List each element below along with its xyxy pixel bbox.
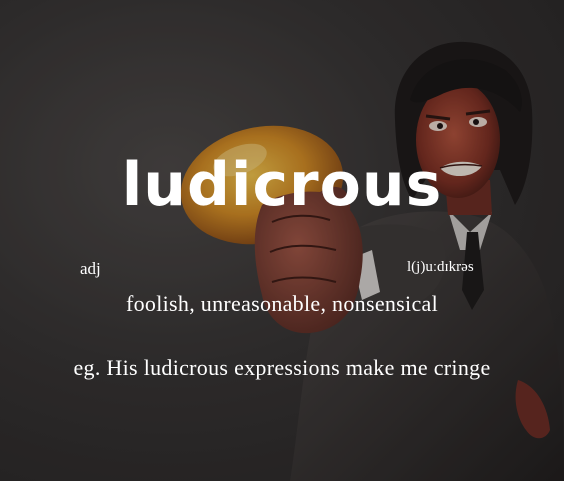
headword: ludicrous bbox=[121, 150, 443, 220]
dark-overlay bbox=[0, 0, 564, 481]
pronunciation: l(j)uːdɪkrəs bbox=[407, 259, 474, 275]
example-sentence: eg. His ludicrous expressions make me cr… bbox=[73, 355, 491, 380]
part-of-speech: adj bbox=[80, 259, 101, 278]
word-card: ludicrous adj l(j)uːdɪkrəs foolish, unre… bbox=[0, 0, 564, 481]
definition-text: foolish, unreasonable, nonsensical bbox=[125, 291, 438, 316]
